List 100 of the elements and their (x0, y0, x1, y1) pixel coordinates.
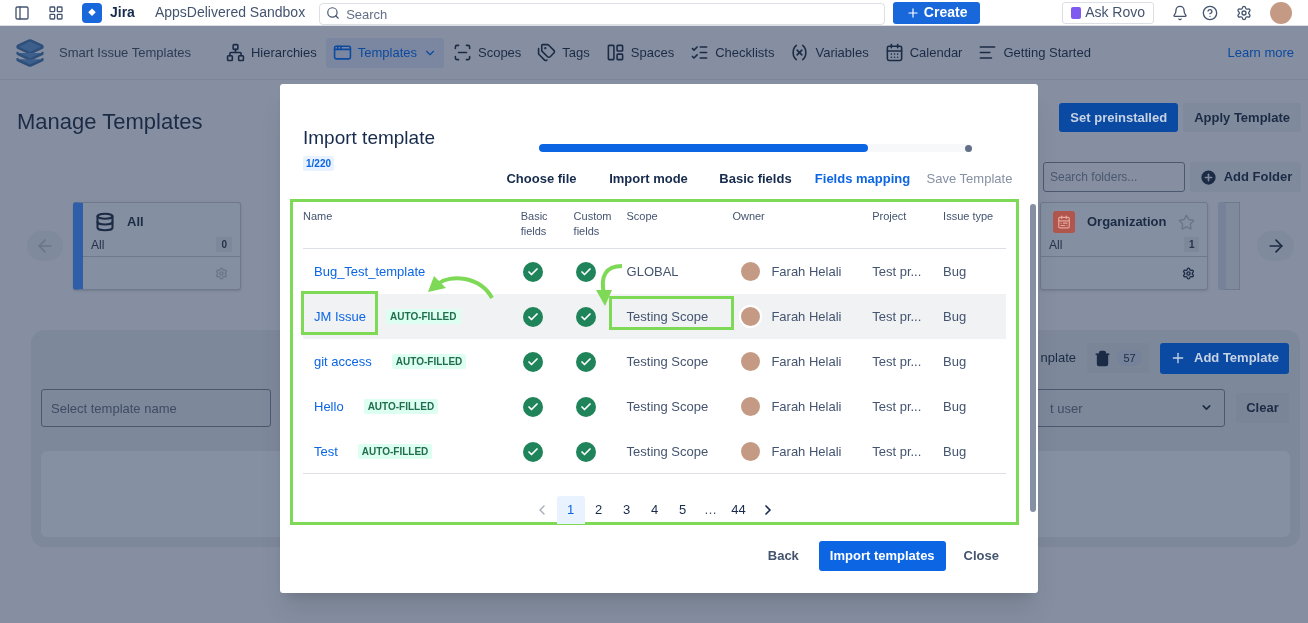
sidebar-toggle-icon[interactable] (14, 4, 30, 21)
column-header: Scope (626, 209, 659, 224)
ask-button[interactable]: Ask Rovo (1062, 1, 1155, 24)
avatar (739, 305, 763, 328)
scope-icon (453, 43, 472, 62)
table-cell-text: Test pr... (872, 307, 923, 326)
status-badge: AUTO-FILLED (391, 354, 467, 369)
trash-button[interactable]: 57 (1087, 343, 1149, 373)
step-label: Save Template (925, 170, 1014, 188)
nav-tab[interactable]: Hierarchies (219, 37, 324, 68)
step-label: Fields mapping (813, 170, 912, 188)
template-link[interactable]: Hello (314, 396, 344, 417)
curved-arrow (596, 264, 623, 306)
back-button[interactable]: Back (759, 541, 807, 571)
template-link[interactable]: git access (314, 351, 372, 372)
folder-search-field[interactable]: Search folders... (1043, 162, 1185, 192)
create-button[interactable]: Create (893, 1, 981, 24)
folder-card[interactable]: All All 0 (73, 202, 241, 290)
table-cell-text: Farah Helali (771, 397, 842, 416)
checklist-icon (690, 43, 710, 62)
folder-name: Organization (1087, 213, 1167, 232)
table-cell-text: Bug (943, 352, 968, 371)
add-folder-button[interactable]: Add Folder (1190, 162, 1301, 192)
secondary-button[interactable]: Apply Template (1183, 103, 1301, 132)
logo-icon[interactable] (82, 2, 102, 23)
folder-card[interactable]: Organization All 1 (1040, 202, 1208, 290)
status-badge: AUTO-FILLED (357, 444, 433, 459)
plus-icon (905, 5, 920, 20)
template-link[interactable]: Bug_Test_template (314, 261, 426, 282)
status-badge: AUTO-FILLED (386, 309, 461, 324)
step-label: Basic fields (718, 170, 793, 188)
page-button[interactable]: 1 (556, 496, 585, 524)
search-icon (326, 5, 341, 20)
page-button[interactable]: 5 (668, 496, 697, 524)
lines-icon (978, 43, 998, 62)
toolbar-label: nplate (1040, 349, 1076, 368)
clear-button[interactable]: Clear (1236, 393, 1289, 423)
calendar-icon (884, 43, 904, 62)
next-arrow-button[interactable] (1257, 231, 1294, 261)
page-button[interactable]: 3 (612, 496, 641, 524)
nav-tab[interactable]: Spaces (598, 37, 682, 68)
column-header: Custom fields (573, 209, 613, 239)
nav-tab[interactable]: Scopes (446, 37, 529, 68)
tags-icon (537, 43, 557, 62)
nav-tab[interactable]: Getting Started (971, 37, 1098, 68)
table-cell-text: Test pr... (872, 352, 923, 371)
dialog-title: Import template (303, 126, 435, 150)
pagination-ellipsis: … (703, 501, 718, 520)
step-label: Choose file (505, 170, 578, 188)
table-row[interactable]: JM Issue AUTO-FILLED Testing Scope Farah Helali Test pr... Bug (303, 294, 1006, 339)
nav-tab[interactable]: Variables (783, 37, 876, 68)
help-icon[interactable] (1202, 4, 1219, 21)
page-button[interactable]: 4 (640, 496, 669, 524)
calendar-icon (1053, 211, 1075, 233)
table-cell-text: Farah Helali (771, 307, 842, 326)
learn-more-link[interactable]: Learn more (1227, 42, 1294, 63)
close-button[interactable]: Close (957, 541, 1005, 571)
column-header: Issue type (943, 209, 995, 224)
page-button[interactable]: 2 (584, 496, 613, 524)
notifications-icon[interactable] (1172, 4, 1189, 21)
add-template-button[interactable]: Add Template (1160, 342, 1289, 374)
folder-scope: All (91, 236, 105, 254)
table-cell-text: Bug (943, 307, 968, 326)
step-label: Import mode (608, 170, 689, 188)
hierarchy-icon (226, 43, 245, 62)
folder-scope: All (1049, 236, 1063, 254)
import-button[interactable]: Import templates (818, 541, 946, 571)
table-cell: Testing Scope (626, 443, 709, 459)
star-icon[interactable] (1178, 213, 1196, 231)
table-cell: Testing Scope (626, 398, 709, 414)
nav-tab[interactable]: Tags (530, 37, 597, 68)
page-button[interactable]: 44 (724, 496, 753, 524)
primary-button[interactable]: Set preinstalled (1059, 103, 1179, 132)
template-link[interactable]: Test (314, 441, 338, 462)
nav-tab[interactable]: Calendar (877, 37, 970, 68)
brand-name: Smart Issue Templates (59, 43, 191, 62)
curved-arrow (428, 276, 494, 300)
settings-icon[interactable] (1182, 266, 1196, 280)
settings-icon[interactable] (1236, 4, 1253, 21)
search-field[interactable]: Search (319, 3, 886, 25)
plus-circle-icon (1198, 167, 1218, 187)
page-title: Manage Templates (17, 108, 203, 136)
counter-badge: 1/220 (303, 155, 335, 171)
table-cell-text: Farah Helali (771, 352, 842, 371)
nav-tab[interactable]: Checklists (683, 37, 782, 68)
layers-icon (13, 37, 47, 68)
column-header: Basic fields (520, 209, 549, 239)
template-name-field[interactable]: Select template name (41, 389, 271, 427)
table-cell-text: Test pr... (872, 442, 923, 461)
count-badge: 57 (1117, 349, 1142, 367)
count-badge: 1 (1183, 237, 1200, 252)
stack-icon (95, 212, 115, 232)
template-link[interactable]: JM Issue (314, 306, 366, 327)
plus-icon (1170, 350, 1186, 366)
app-grid-icon[interactable] (48, 4, 64, 21)
avatar[interactable] (1270, 1, 1293, 24)
layout-icon (605, 43, 625, 62)
table-cell-text: Farah Helali (771, 262, 842, 281)
logo-icon (1071, 6, 1082, 19)
window-icon (332, 43, 352, 62)
